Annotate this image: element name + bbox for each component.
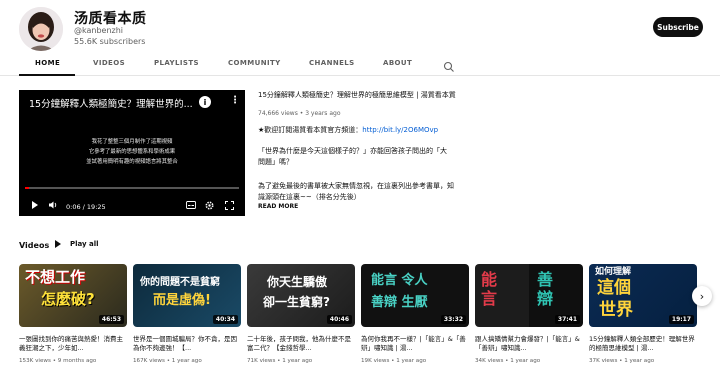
video-thumbnail[interactable]: 如何理解 這個 世界 19:17 [589, 264, 697, 327]
video-meta: 153K views • 9 months ago [19, 358, 97, 364]
featured-video-title[interactable]: 15分鐘解釋人類極簡史？理解世界的極簡思維模型 | 湯質看本質 [258, 90, 498, 100]
thumbnail-text: 善辯 [537, 270, 554, 308]
video-title[interactable]: 一張圖找到你的痛苦與熱愛！消費主義狂潮之下，少年如... [19, 335, 127, 353]
thumbnail-text: 能言 [481, 270, 498, 308]
featured-video-player[interactable]: 15分鐘解釋人類極簡史？理解世界的... i ⋮ 我花了整整三個月制作了這期視頻… [19, 90, 245, 216]
play-all-label: Play all [70, 240, 99, 248]
video-meta: 34K views • 1 year ago [475, 358, 541, 364]
settings-gear-icon[interactable] [205, 201, 214, 212]
video-title[interactable]: 世界是一個圍城騙局？你不貪，是因為你不夠邊強！【... [133, 335, 241, 353]
search-icon[interactable] [443, 58, 455, 72]
video-duration: 33:32 [440, 315, 466, 324]
play-icon [55, 240, 61, 248]
video-title[interactable]: 跟人搞矯情幫力會爆發？|「能言」&「善辯」嘯知識... [475, 335, 583, 353]
video-card[interactable]: 能言 善辯 37:41 跟人搞矯情幫力會爆發？|「能言」&「善辯」嘯知識... … [475, 264, 583, 374]
video-thumbnail[interactable]: 能言 善辯 37:41 [475, 264, 583, 327]
thumbnail-text: 能言 令人 [371, 273, 428, 288]
video-card[interactable]: 你天生驕傲 卻一生貧窮? 40:46 二十年後，孩子問我，他為什麼不是富二代？【… [247, 264, 355, 374]
video-meta: 19K views • 1 year ago [361, 358, 427, 364]
channel-name: 汤质看本质 [74, 11, 147, 27]
video-meta: 37K views • 1 year ago [589, 358, 655, 364]
featured-video-meta: 74,666 views • 3 years ago [258, 110, 341, 117]
subtitle-line: 它參考了最新的思想體系和學術成果 [88, 149, 176, 155]
thumbnail-text: 不想工作 [25, 268, 86, 286]
more-options-icon[interactable]: ⋮ [230, 95, 240, 106]
tab-home[interactable]: HOME [35, 59, 60, 67]
thumbnail-text: 你的問題不是貧窮 [140, 277, 220, 288]
description-line: 問題」嗎？ [258, 158, 293, 166]
info-icon[interactable]: i [199, 96, 211, 108]
tab-channels[interactable]: CHANNELS [309, 59, 355, 67]
video-duration: 19:17 [668, 315, 694, 324]
channel-handle: @kanbenzhi [74, 26, 124, 35]
subscriber-count: 55.6K subscribers [74, 37, 146, 46]
video-meta: 167K views • 1 year ago [133, 358, 202, 364]
video-meta: 71K views • 1 year ago [247, 358, 313, 364]
tab-about[interactable]: ABOUT [383, 59, 412, 67]
player-title: 15分鐘解釋人類極簡史？理解世界的... [29, 99, 193, 110]
active-tab-indicator [19, 74, 75, 76]
video-card[interactable]: 不想工作 怎麼破? 46:53 一張圖找到你的痛苦與熱愛！消費主義狂潮之下，少年… [19, 264, 127, 374]
play-icon[interactable] [31, 201, 39, 211]
volume-icon[interactable] [49, 201, 58, 211]
shelf-title[interactable]: Videos [19, 241, 49, 250]
video-card[interactable]: 能言 令人 善辯 生厭 33:32 為何你我再不一樣？|「能言」&「善辯」嘯知識… [361, 264, 469, 374]
thumbnail-text: 這個 [597, 278, 631, 298]
thumbnail-text: 你天生驕傲 [267, 275, 328, 289]
subtitle-line: 我花了整整三個月制作了這期視頻 [91, 139, 173, 145]
description-line: ★歡迎訂閱湯質看本質官方頻道：http://bit.ly/2O6MOvp [258, 125, 473, 136]
channel-avatar[interactable] [19, 7, 63, 51]
chevron-right-icon[interactable]: › [692, 286, 712, 306]
fullscreen-icon[interactable] [225, 201, 234, 212]
thumbnail-text: 世界 [599, 300, 633, 320]
video-card[interactable]: 你的問題不是貧窮 而是虛偽! 40:34 世界是一個圍城騙局？你不貪，是因為你不… [133, 264, 241, 374]
description-line: 識源頭在這裏~~（排名分先後） [258, 193, 361, 201]
subtitle-line: 並試著用簡明有趣的視頻語言將其整合 [86, 159, 178, 165]
thumbnail-text: 而是虛偽! [153, 293, 211, 308]
thumbnail-text: 怎麼破? [41, 290, 95, 308]
thumbnail-text: 卻一生貧窮? [263, 295, 330, 309]
video-duration: 40:34 [212, 315, 238, 324]
video-thumbnail[interactable]: 你的問題不是貧窮 而是虛偽! 40:34 [133, 264, 241, 327]
video-thumbnail[interactable]: 能言 令人 善辯 生厭 33:32 [361, 264, 469, 327]
tab-community[interactable]: COMMUNITY [228, 59, 281, 67]
description-line: 為了避免最後的書單被大家無情忽視，在這裏列出參考書單，知 [258, 182, 454, 190]
tab-videos[interactable]: VIDEOS [93, 59, 125, 67]
video-thumbnail[interactable]: 你天生驕傲 卻一生貧窮? 40:46 [247, 264, 355, 327]
video-card[interactable]: 如何理解 這個 世界 19:17 15分鐘解釋人類全部歷史！理解世界的極簡思維模… [589, 264, 697, 374]
subscribe-button[interactable]: Subscribe [653, 17, 703, 37]
read-more-link[interactable]: READ MORE [258, 203, 298, 210]
progress-bar[interactable] [25, 187, 239, 189]
description-line: 「世界為什麼是今天這個樣子的？」亦能回答孩子問出的「大 [258, 147, 447, 155]
video-thumbnail[interactable]: 不想工作 怎麼破? 46:53 [19, 264, 127, 327]
video-title[interactable]: 二十年後，孩子問我，他為什麼不是富二代？【金錢哲學... [247, 335, 355, 353]
channel-header: 汤质看本质 @kanbenzhi 55.6K subscribers Subsc… [0, 0, 720, 56]
channel-tabs: HOME VIDEOS PLAYLISTS COMMUNITY CHANNELS… [0, 56, 720, 76]
video-title[interactable]: 15分鐘解釋人類全部歷史！理解世界的極簡思維模型 | 湯... [589, 335, 697, 353]
player-time: 0:06 / 19:25 [66, 203, 106, 211]
thumbnail-text: 如何理解 [595, 267, 632, 277]
avatar-image [19, 7, 63, 51]
thumbnail-text: 善辯 生厭 [371, 295, 428, 310]
video-duration: 46:53 [98, 315, 124, 324]
video-duration: 40:46 [326, 315, 352, 324]
video-title[interactable]: 為何你我再不一樣？|「能言」&「善辯」嘯知識 | 湯... [361, 335, 469, 353]
description-link[interactable]: http://bit.ly/2O6MOvp [362, 126, 438, 134]
progress-fill [25, 187, 29, 189]
description-text: ★歡迎訂閱湯質看本質官方頻道： [258, 126, 363, 134]
play-all-button[interactable]: Play all [55, 240, 99, 248]
subtitles-icon[interactable] [186, 201, 196, 211]
tab-playlists[interactable]: PLAYLISTS [154, 59, 199, 67]
video-duration: 37:41 [554, 315, 580, 324]
